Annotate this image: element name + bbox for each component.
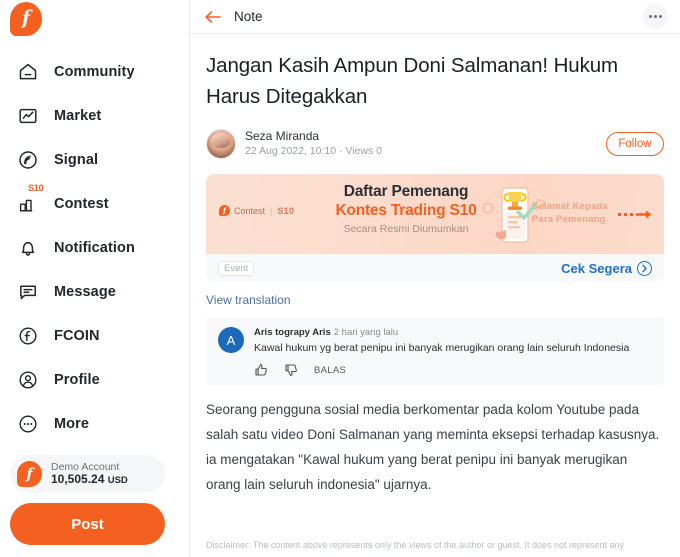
message-icon: [16, 280, 40, 304]
banner-right-text: Selamat Kepada Para Pemenang: [532, 200, 608, 226]
banner-event-tag: Event: [218, 260, 255, 276]
brand-logo-letter: f: [21, 7, 31, 29]
banner-chip-label: Contest: [234, 205, 266, 216]
banner-image: f Contest | S10 Daftar Pemenang Kontes T…: [206, 174, 664, 254]
account-logo-letter: f: [26, 464, 33, 483]
avatar[interactable]: [206, 129, 236, 159]
comment-text: Kawal hukum yg berat penipu ini banyak m…: [254, 342, 630, 354]
topbar: Note: [190, 0, 680, 34]
sidebar-item-label: Profile: [54, 372, 100, 388]
chart-box-icon: [16, 104, 40, 128]
comment-actions: BALAS: [254, 363, 652, 377]
banner-contest-chip: f Contest | S10: [219, 205, 294, 216]
sidebar-item-signal[interactable]: Signal: [0, 138, 190, 182]
contest-banner-card[interactable]: f Contest | S10 Daftar Pemenang Kontes T…: [206, 174, 664, 282]
banner-chip-tag: S10: [277, 205, 295, 216]
arrow-right-icon: [618, 210, 652, 219]
account-text: Demo Account 10,505.24 USD: [51, 461, 128, 487]
demo-account-card[interactable]: f Demo Account 10,505.24 USD: [10, 455, 165, 493]
comment-avatar: A: [218, 327, 244, 353]
main-content: Note Jangan Kasih Ampun Doni Salmanan! H…: [190, 0, 680, 557]
account-balance: 10,505.24 USD: [51, 472, 128, 487]
contest-badge: S10: [28, 183, 44, 193]
comment-header: Aris tograpy Aris 2 hari yang lalu: [254, 327, 652, 338]
sidebar-item-label: FCOIN: [54, 328, 100, 344]
author-row: Seza Miranda 22 Aug 2022, 10:10 · Views …: [206, 126, 664, 162]
account-balance-value: 10,505.24: [51, 472, 105, 487]
banner-line-1: Daftar Pemenang: [343, 183, 469, 200]
sidebar-item-label: Community: [54, 64, 135, 80]
author-meta: Seza Miranda 22 Aug 2022, 10:10 · Views …: [245, 129, 382, 158]
app-root: f Community Market Signal S10 Contest No…: [0, 0, 680, 557]
sidebar-item-label: Market: [54, 108, 102, 124]
author-name[interactable]: Seza Miranda: [245, 129, 382, 145]
banner-cta-link[interactable]: Cek Segera: [561, 260, 652, 276]
banner-line-3: Secara Resmi Diumumkan: [343, 223, 469, 235]
quoted-comment: A Aris tograpy Aris 2 hari yang lalu Kawa…: [206, 317, 664, 385]
follow-button[interactable]: Follow: [606, 132, 664, 156]
bar-chart-icon: S10: [16, 183, 44, 216]
banner-chip-separator: |: [270, 205, 273, 216]
sidebar-item-contest[interactable]: S10 Contest: [0, 182, 190, 226]
home-icon: [16, 60, 40, 84]
more-options-button[interactable]: [643, 4, 668, 29]
account-logo-icon: f: [17, 461, 42, 487]
fcoin-icon: [16, 324, 40, 348]
brand-logo-mark: f: [10, 2, 42, 36]
more-dots-icon: [649, 15, 662, 18]
sidebar-item-market[interactable]: Market: [0, 94, 190, 138]
sidebar-item-profile[interactable]: Profile: [0, 358, 190, 402]
sidebar-item-label: More: [54, 416, 90, 432]
sidebar-item-label: Signal: [54, 152, 99, 168]
banner-footer: Event Cek Segera: [206, 254, 664, 282]
view-translation-link[interactable]: View translation: [206, 293, 664, 307]
bell-icon: [16, 236, 40, 260]
sidebar-item-fcoin[interactable]: FCOIN: [0, 314, 190, 358]
sidebar-item-label: Notification: [54, 240, 135, 256]
page-title: Note: [234, 9, 263, 24]
note-content: Jangan Kasih Ampun Doni Salmanan! Hukum …: [190, 50, 680, 497]
banner-text-block: Daftar Pemenang Kontes Trading S10 Secar…: [311, 182, 501, 238]
comment-reply-button[interactable]: BALAS: [314, 365, 346, 376]
sidebar-item-notification[interactable]: Notification: [0, 226, 190, 270]
signal-icon: [16, 148, 40, 172]
sidebar-item-label: Contest: [54, 196, 109, 212]
comment-time: 2 hari yang lalu: [333, 327, 399, 338]
sidebar-item-message[interactable]: Message: [0, 270, 190, 314]
banner-line-2: Kontes Trading S10: [335, 202, 477, 219]
banner-right-line-1: Selamat Kepada: [531, 201, 608, 212]
more-dots-icon: [16, 412, 40, 436]
sidebar-item-community[interactable]: Community: [0, 50, 190, 94]
sidebar-item-more[interactable]: More: [0, 402, 190, 446]
sidebar: f Community Market Signal S10 Contest No…: [0, 0, 190, 557]
comment-body: Aris tograpy Aris 2 hari yang lalu Kawal …: [254, 327, 652, 377]
comment-author: Aris tograpy Aris: [254, 327, 331, 338]
author-timestamp-views: 22 Aug 2022, 10:10 · Views 0: [245, 144, 382, 157]
thumbs-down-icon[interactable]: [284, 363, 298, 377]
back-arrow-icon[interactable]: [204, 10, 222, 24]
note-body-text: Seorang pengguna sosial media berkomenta…: [206, 402, 660, 492]
disclaimer-text: Disclaimer: The content above represents…: [206, 540, 625, 550]
thumbs-up-icon[interactable]: [254, 363, 268, 377]
banner-right-line-2: Para Pemenang: [531, 214, 606, 225]
sidebar-item-label: Message: [54, 284, 116, 300]
brand-logo[interactable]: f: [10, 2, 44, 38]
sidebar-nav: Community Market Signal S10 Contest Noti…: [0, 50, 190, 446]
banner-chip-logo-icon: f: [219, 205, 230, 216]
note-title: Jangan Kasih Ampun Doni Salmanan! Hukum …: [206, 54, 619, 108]
person-icon: [16, 368, 40, 392]
post-button[interactable]: Post: [10, 503, 165, 545]
chevron-right-circle-icon: [637, 260, 652, 276]
banner-cta-label: Cek Segera: [561, 260, 632, 276]
account-currency: USD: [107, 475, 128, 487]
